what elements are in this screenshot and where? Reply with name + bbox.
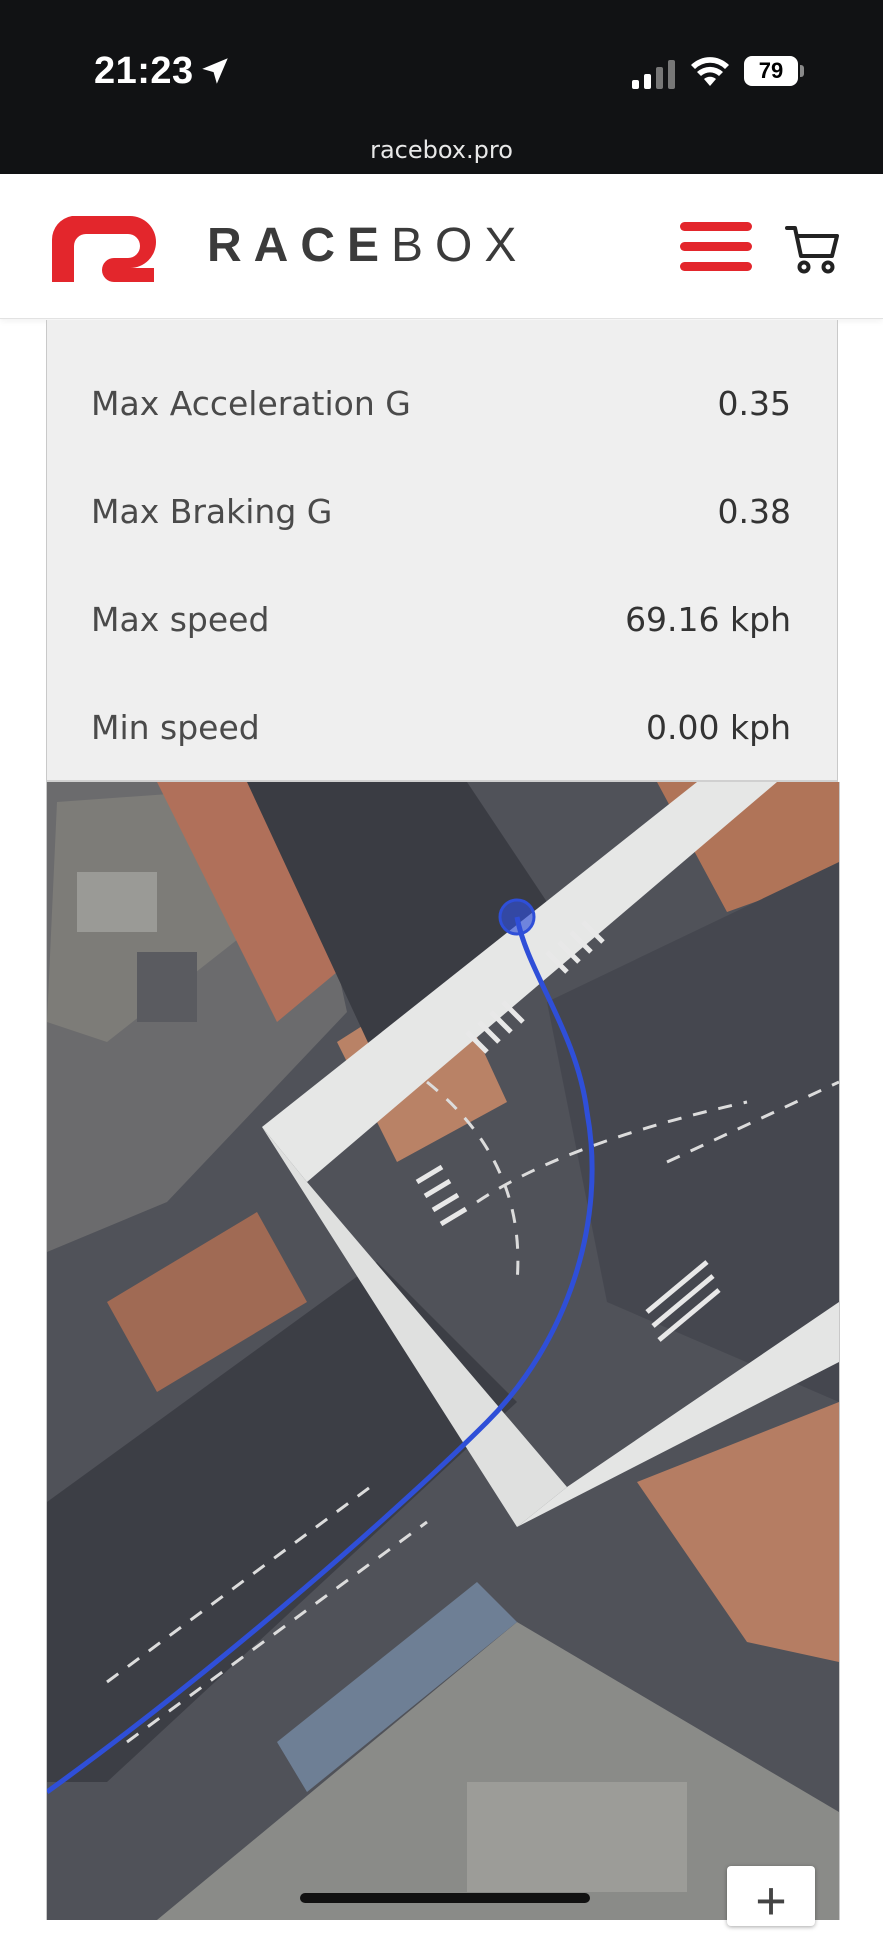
- satellite-route-map[interactable]: [46, 782, 840, 1920]
- map-imagery: [47, 782, 839, 1920]
- brand-wordmark[interactable]: RACEBOX: [207, 218, 528, 273]
- status-time: 21:23: [94, 50, 194, 92]
- browser-url[interactable]: racebox.pro: [0, 136, 883, 164]
- stat-row: Min speed 0.00 kph: [91, 708, 791, 768]
- stat-label: Min speed: [91, 708, 260, 747]
- map-zoom-in-button[interactable]: +: [727, 1866, 815, 1931]
- brand-wordmark-race: RACE: [207, 219, 392, 272]
- home-indicator[interactable]: [300, 1893, 590, 1903]
- stat-value: 69.16 kph: [625, 600, 791, 639]
- battery-indicator: 79: [744, 56, 798, 86]
- hamburger-menu-icon-bar: [680, 262, 752, 271]
- hamburger-menu-icon: [680, 222, 752, 231]
- location-arrow-icon: [202, 58, 228, 84]
- shopping-cart-icon[interactable]: [784, 220, 840, 276]
- site-header: RACEBOX: [0, 174, 883, 319]
- status-bar: 21:23 79 racebox.pro: [0, 0, 883, 174]
- stat-row: Max Acceleration G 0.35: [91, 384, 791, 444]
- battery-tip: [800, 65, 804, 77]
- hamburger-menu-icon-bar: [680, 242, 752, 251]
- stat-value: 0.35: [717, 384, 791, 423]
- stat-value: 0.00 kph: [646, 708, 791, 747]
- stat-label: Max Acceleration G: [91, 384, 411, 423]
- stat-row: Max speed 69.16 kph: [91, 600, 791, 660]
- racebox-logo-icon[interactable]: [50, 210, 158, 288]
- hamburger-menu-button[interactable]: [680, 220, 752, 274]
- stat-row: Max Braking G 0.38: [91, 492, 791, 552]
- brand-wordmark-box: BOX: [391, 219, 529, 272]
- stat-value: 0.38: [717, 492, 791, 531]
- wifi-icon: [691, 57, 729, 86]
- stat-label: Max speed: [91, 600, 270, 639]
- session-stats-panel: Max Acceleration G 0.35 Max Braking G 0.…: [46, 320, 838, 782]
- cellular-signal-icon: [632, 60, 675, 89]
- stat-label: Max Braking G: [91, 492, 333, 531]
